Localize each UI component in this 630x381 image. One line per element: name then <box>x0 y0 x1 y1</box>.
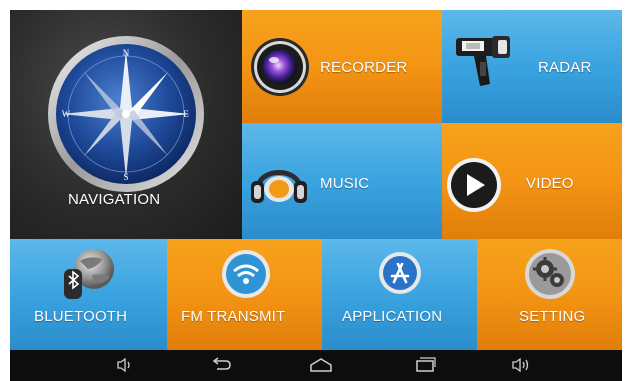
compass-south-label: S <box>123 172 128 182</box>
recent-apps-icon <box>416 357 436 372</box>
wifi-signal-icon <box>222 250 270 298</box>
compass-west-label: W <box>62 109 71 119</box>
app-store-icon <box>379 252 421 294</box>
volume-down-button[interactable] <box>110 354 140 376</box>
video-label: VIDEO <box>526 175 574 192</box>
compass-north-label: N <box>123 48 130 58</box>
volume-down-icon <box>117 357 130 373</box>
fm-transmit-label: FM TRANSMIT <box>181 308 286 325</box>
video-tile[interactable]: VIDEO <box>442 123 622 239</box>
bluetooth-label: BLUETOOTH <box>34 308 128 325</box>
setting-label: SETTING <box>519 308 586 325</box>
bluetooth-globe-icon <box>64 249 114 299</box>
radar-gun-icon <box>456 36 510 86</box>
setting-tile[interactable]: SETTING <box>477 239 622 350</box>
radar-label: RADAR <box>538 59 592 76</box>
volume-up-icon <box>512 357 529 373</box>
system-navigation-bar <box>10 350 622 381</box>
volume-up-button[interactable] <box>506 354 536 376</box>
music-tile[interactable]: MUSIC <box>242 123 442 239</box>
headphones-icon <box>251 170 307 203</box>
application-label: APPLICATION <box>342 308 443 325</box>
bluetooth-tile[interactable]: BLUETOOTH <box>10 239 167 350</box>
compass-east-label: E <box>183 109 189 119</box>
recorder-label: RECORDER <box>320 59 408 76</box>
compass-icon: N S W E <box>48 36 204 192</box>
fm-transmit-tile[interactable]: FM TRANSMIT <box>167 239 322 350</box>
navigation-tile[interactable]: N S W E NAVIGATION <box>10 10 242 239</box>
home-screen: N S W E NAVIGATION RECORDER RADAR MUSIC … <box>10 10 622 350</box>
back-icon <box>212 357 231 370</box>
home-button[interactable] <box>306 354 336 376</box>
navigation-label: NAVIGATION <box>68 191 161 208</box>
application-tile[interactable]: APPLICATION <box>322 239 477 350</box>
music-label: MUSIC <box>320 175 370 192</box>
camera-lens-icon <box>251 38 309 96</box>
radar-tile[interactable]: RADAR <box>442 10 622 123</box>
gears-icon <box>525 249 575 299</box>
home-icon <box>310 358 332 372</box>
recent-apps-button[interactable] <box>410 354 440 376</box>
recorder-tile[interactable]: RECORDER <box>242 10 442 123</box>
play-icon <box>447 158 501 212</box>
back-button[interactable] <box>206 354 236 376</box>
